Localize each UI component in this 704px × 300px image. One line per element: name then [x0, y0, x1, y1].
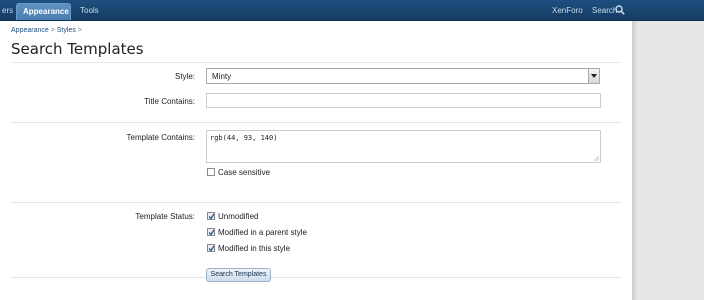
unmodified-label[interactable]: Unmodified: [218, 212, 258, 221]
modified-this-style-checkbox[interactable]: [207, 244, 215, 252]
case-sensitive-label[interactable]: Case sensitive: [218, 168, 270, 177]
breadcrumb-separator: >: [77, 27, 82, 34]
modified-parent-checkbox[interactable]: [207, 228, 215, 236]
nav-tab-tools[interactable]: Tools: [74, 3, 105, 20]
search-icon[interactable]: [615, 5, 625, 15]
modified-this-style-label[interactable]: Modified in this style: [218, 244, 290, 253]
nav-tab-appearance[interactable]: Appearance: [16, 3, 71, 20]
panel-shadow: [632, 21, 638, 300]
divider: [11, 122, 621, 123]
breadcrumb: Appearance > Styles >: [11, 27, 82, 34]
template-status-label: Template Status:: [135, 212, 195, 221]
checkmark-icon: [208, 213, 215, 220]
top-navigation-bar: ers Appearance Tools XenForo Search: [0, 0, 704, 21]
content-panel: Appearance > Styles > Search Templates S…: [0, 21, 632, 300]
unmodified-checkbox[interactable]: [207, 212, 215, 220]
xenforo-link[interactable]: XenForo: [552, 5, 583, 16]
checkmark-icon: [208, 229, 215, 236]
title-contains-label: Title Contains:: [144, 97, 195, 106]
divider: [11, 277, 621, 278]
divider: [11, 202, 621, 203]
template-contains-label: Template Contains:: [126, 133, 195, 142]
dropdown-button[interactable]: [588, 69, 599, 83]
checkmark-icon: [208, 245, 215, 252]
style-select[interactable]: Minty: [206, 68, 600, 84]
breadcrumb-appearance[interactable]: Appearance: [11, 27, 49, 34]
breadcrumb-styles[interactable]: Styles: [57, 27, 76, 34]
title-contains-input[interactable]: [206, 93, 601, 108]
template-contains-textarea[interactable]: rgb(44, 93, 140): [206, 130, 601, 163]
page-title: Search Templates: [11, 40, 144, 58]
breadcrumb-separator: >: [50, 27, 55, 34]
resize-grip-icon[interactable]: [593, 155, 599, 161]
search-link[interactable]: Search: [592, 5, 617, 16]
style-label: Style:: [174, 72, 195, 81]
search-templates-button[interactable]: Search Templates: [206, 268, 271, 282]
divider: [11, 62, 621, 63]
modified-parent-label[interactable]: Modified in a parent style: [218, 228, 307, 237]
template-contains-value: rgb(44, 93, 140): [210, 134, 278, 142]
chevron-down-icon: [591, 74, 597, 78]
case-sensitive-checkbox[interactable]: [207, 168, 215, 176]
style-select-value: Minty: [212, 72, 232, 81]
